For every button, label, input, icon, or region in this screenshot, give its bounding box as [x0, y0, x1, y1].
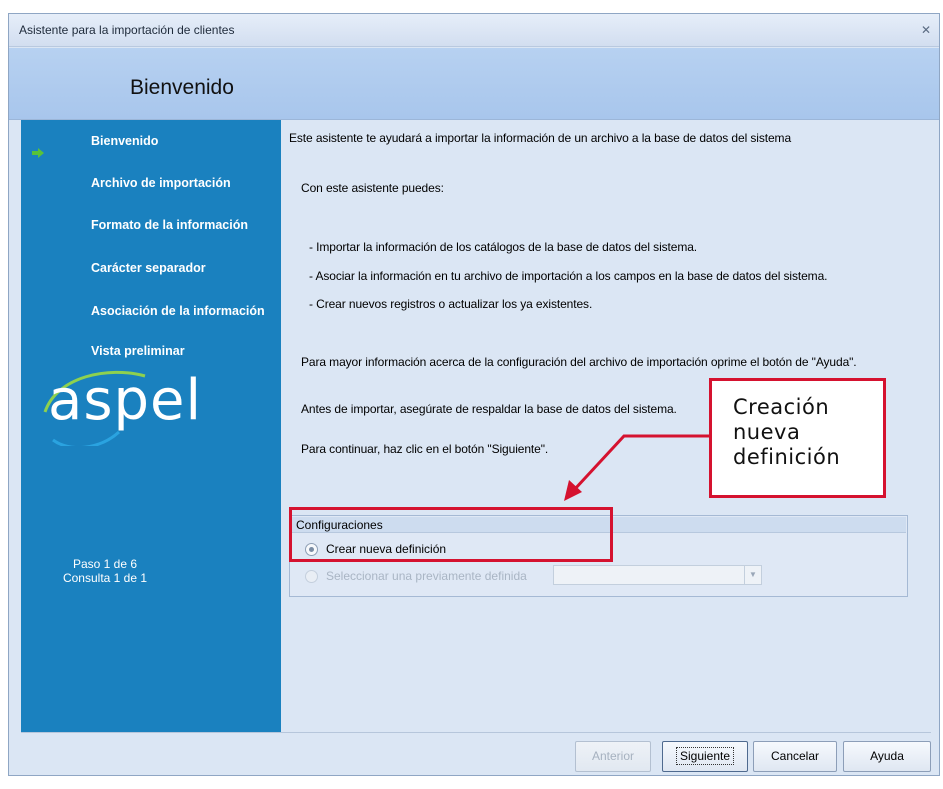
can-do-text: Con este asistente puedes:	[301, 181, 444, 195]
current-step-arrow-icon	[32, 148, 44, 158]
sidebar-step-formato: Formato de la información	[91, 218, 248, 232]
aspel-logo: aspel	[48, 368, 203, 433]
help-text: Para mayor información acerca de la conf…	[301, 355, 857, 369]
sidebar-step-archivo: Archivo de importación	[91, 176, 231, 190]
continue-text: Para continuar, haz clic en el botón "Si…	[301, 442, 549, 456]
sidebar-step-separador: Carácter separador	[91, 261, 206, 275]
close-icon[interactable]: ✕	[919, 23, 933, 37]
step-counter: Paso 1 de 6	[72, 557, 138, 571]
window-title: Asistente para la importación de cliente…	[19, 23, 235, 37]
record-counter: Consulta 1 de 1	[62, 571, 148, 585]
title-bar: Asistente para la importación de cliente…	[9, 14, 939, 47]
previous-button[interactable]: Anterior	[575, 741, 651, 772]
sidebar-step-bienvenido: Bienvenido	[91, 134, 159, 148]
intro-text: Este asistente te ayudará a importar la …	[289, 131, 792, 145]
steps-sidebar: Bienvenido Archivo de importación Format…	[21, 120, 281, 732]
annotation-callout-text: Creación nueva definición	[733, 395, 841, 469]
sidebar-step-vista: Vista preliminar	[91, 344, 185, 358]
bullet-item: - Crear nuevos registros o actualizar lo…	[309, 297, 593, 311]
backup-text: Antes de importar, asegúrate de respalda…	[301, 402, 677, 416]
chevron-down-icon: ▼	[744, 566, 761, 584]
annotation-arrow-icon	[564, 434, 710, 501]
page-title: Bienvenido	[130, 76, 234, 99]
definition-select: ▼	[553, 565, 762, 585]
annotation-callout: Creación nueva definición	[709, 378, 886, 498]
next-button[interactable]: Siguiente	[662, 741, 748, 772]
help-button[interactable]: Ayuda	[843, 741, 931, 772]
annotation-highlight-box	[289, 507, 613, 562]
radio-existing-definition	[305, 570, 318, 583]
bullet-item: - Importar la información de los catálog…	[309, 240, 698, 254]
radio-existing-definition-label: Seleccionar una previamente definida	[326, 569, 527, 583]
cancel-button[interactable]: Cancelar	[753, 741, 837, 772]
bullet-item: - Asociar la información en tu archivo d…	[309, 269, 828, 283]
sidebar-step-asociacion: Asociación de la información	[91, 304, 265, 318]
footer-divider	[21, 732, 931, 733]
wizard-header: Bienvenido	[9, 48, 939, 120]
